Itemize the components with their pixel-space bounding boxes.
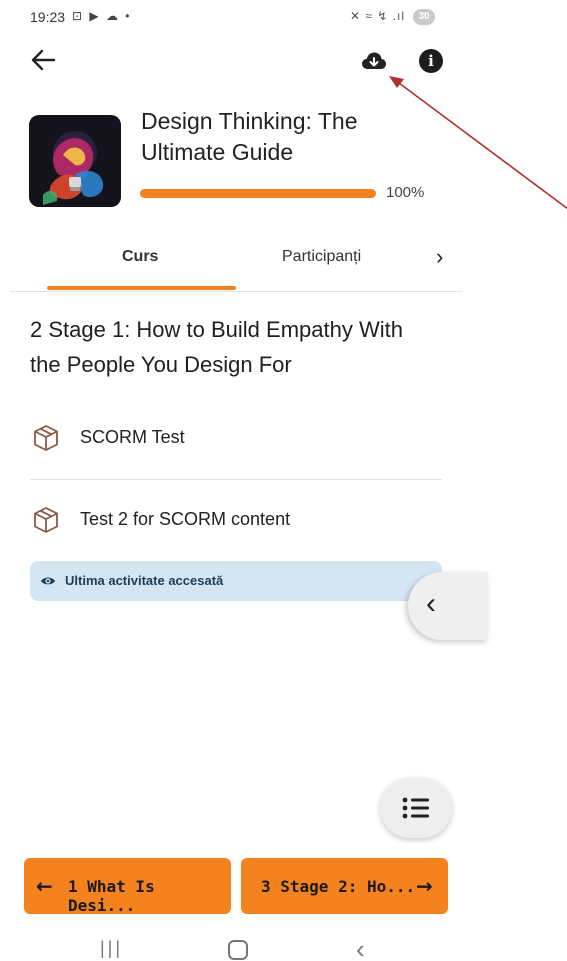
tab-curs[interactable]: Curs (122, 248, 158, 266)
lightbulb-art-image (29, 115, 121, 207)
system-home-icon[interactable] (228, 940, 248, 960)
battery-icon: 30 (413, 9, 435, 25)
package-icon (34, 425, 58, 451)
cloud-download-icon[interactable] (361, 50, 387, 72)
previous-section-button[interactable]: ← 1 What Is Desi... (24, 858, 231, 915)
list-icon (402, 797, 429, 819)
arrow-right-icon: → (416, 874, 433, 898)
progress-fill (140, 189, 376, 198)
activity-divider (30, 479, 442, 480)
tabs-more-chevron-icon[interactable]: › (436, 244, 443, 270)
activity-label: SCORM Test (80, 427, 185, 447)
course-index-toggle[interactable]: ‹ (408, 572, 488, 640)
next-section-button[interactable]: 3 Stage 2: Ho... → (241, 858, 448, 914)
activity-item-scorm-content[interactable]: Test 2 for SCORM content (30, 500, 442, 540)
arrow-left-icon: ← (36, 874, 53, 898)
section-title: 2 Stage 1: How to Build Empathy With the… (30, 317, 403, 377)
activity-label: Test 2 for SCORM content (80, 509, 291, 529)
active-tab-indicator (47, 286, 236, 290)
status-time: 19:23 (30, 9, 66, 25)
back-arrow-icon[interactable] (30, 48, 58, 74)
system-back-icon[interactable]: ‹ (356, 934, 365, 961)
tab-participanti[interactable]: Participanți (282, 248, 361, 266)
last-accessed-label: Ultima activitate accesată (65, 573, 224, 588)
tabs-divider (10, 291, 463, 292)
next-section-label: 3 Stage 2: Ho... (261, 877, 416, 896)
system-recent-apps-icon[interactable]: ||| (100, 938, 123, 959)
activity-item-scorm-test[interactable]: SCORM Test (30, 418, 442, 458)
course-progress-bar (140, 189, 376, 198)
cloud-download-glyph (362, 52, 386, 69)
chevron-left-icon: ‹ (426, 587, 436, 620)
app-screen: 19:23 ⊡ ▶ ☁ • ✕ ≈ ↯ .ıl 30 i Design Thin… (0, 0, 488, 961)
notification-icons: ⊡ ▶ ☁ • (72, 9, 132, 23)
course-thumbnail (29, 115, 121, 207)
last-accessed-badge: Ultima activitate accesată (30, 561, 442, 601)
course-index-fab[interactable] (380, 778, 452, 838)
progress-percentage: 100% (386, 184, 425, 201)
eye-icon (41, 577, 55, 585)
package-icon (34, 507, 58, 533)
arrow-left-icon (31, 49, 56, 71)
status-bar: 19:23 ⊡ ▶ ☁ • ✕ ≈ ↯ .ıl 30 (0, 0, 463, 36)
course-title: Design Thinking: The Ultimate Guide (141, 108, 358, 165)
previous-section-label: 1 What Is Desi... (68, 877, 155, 915)
info-icon[interactable]: i (419, 49, 443, 73)
connectivity-icons: ✕ ≈ ↯ .ıl (350, 9, 406, 23)
